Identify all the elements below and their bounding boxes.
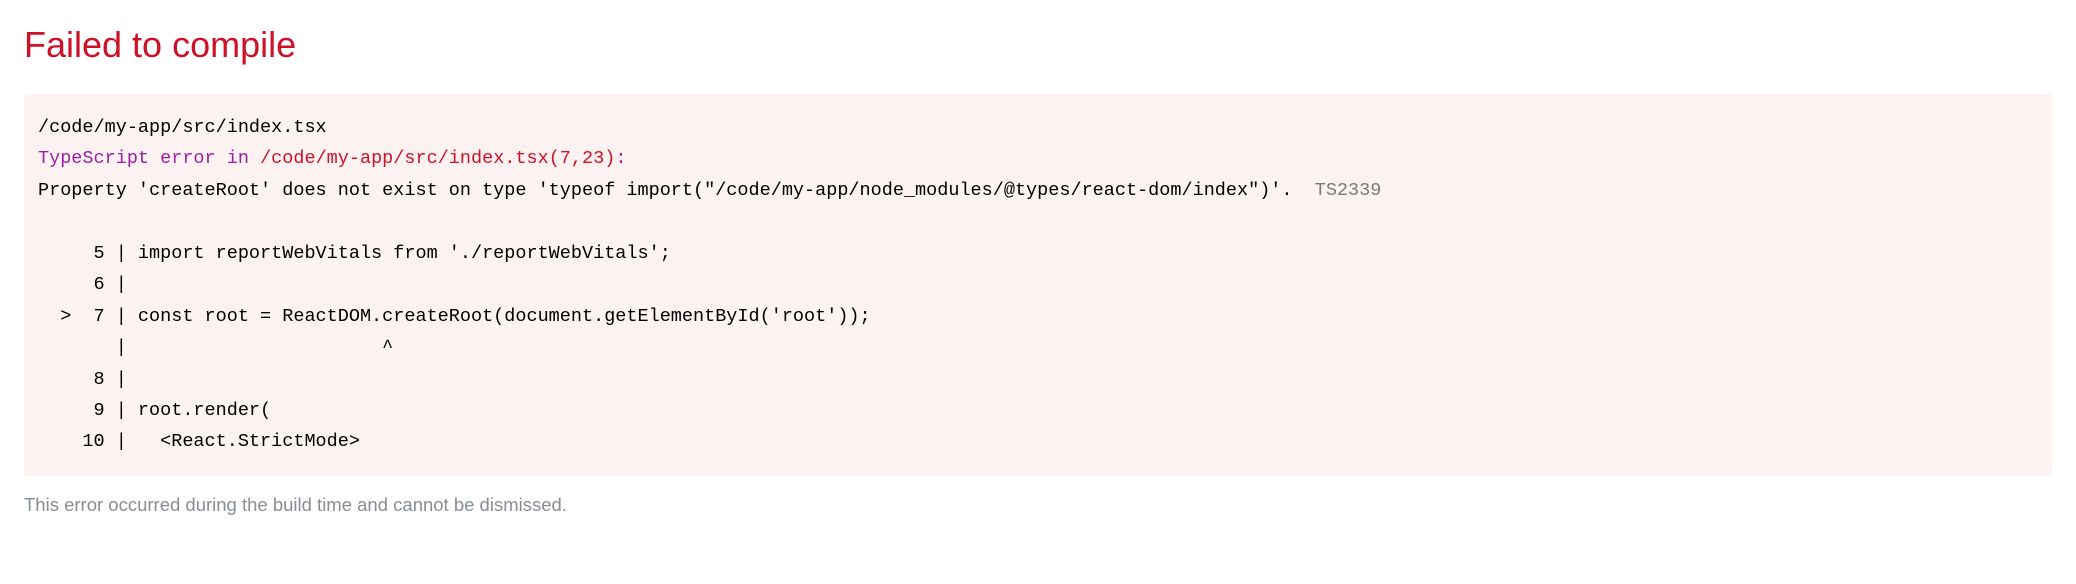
ts-error-in: in <box>216 148 260 169</box>
code-caret-pointer: | ^ <box>38 337 393 358</box>
error-code: TS2339 <box>1315 180 1382 201</box>
error-block: /code/my-app/src/index.tsx TypeScript er… <box>24 94 2052 476</box>
ts-error-colon: : <box>615 148 626 169</box>
code-line-7-highlighted: > 7 | const root = ReactDOM.createRoot(d… <box>38 306 871 327</box>
code-line-5: 5 | import reportWebVitals from './repor… <box>38 243 671 264</box>
typescript-error-location: /code/my-app/src/index.tsx(7,23) <box>260 148 615 169</box>
error-message: Property 'createRoot' does not exist on … <box>38 180 1315 201</box>
code-line-8: 8 | <box>38 369 138 390</box>
typescript-error-label: TypeScript error <box>38 148 216 169</box>
footer-note: This error occurred during the build tim… <box>24 494 2052 516</box>
file-path: /code/my-app/src/index.tsx <box>38 117 327 138</box>
code-line-10: 10 | <React.StrictMode> <box>38 431 360 452</box>
code-line-6: 6 | <box>38 274 138 295</box>
error-title: Failed to compile <box>24 24 2052 66</box>
code-line-9: 9 | root.render( <box>38 400 271 421</box>
